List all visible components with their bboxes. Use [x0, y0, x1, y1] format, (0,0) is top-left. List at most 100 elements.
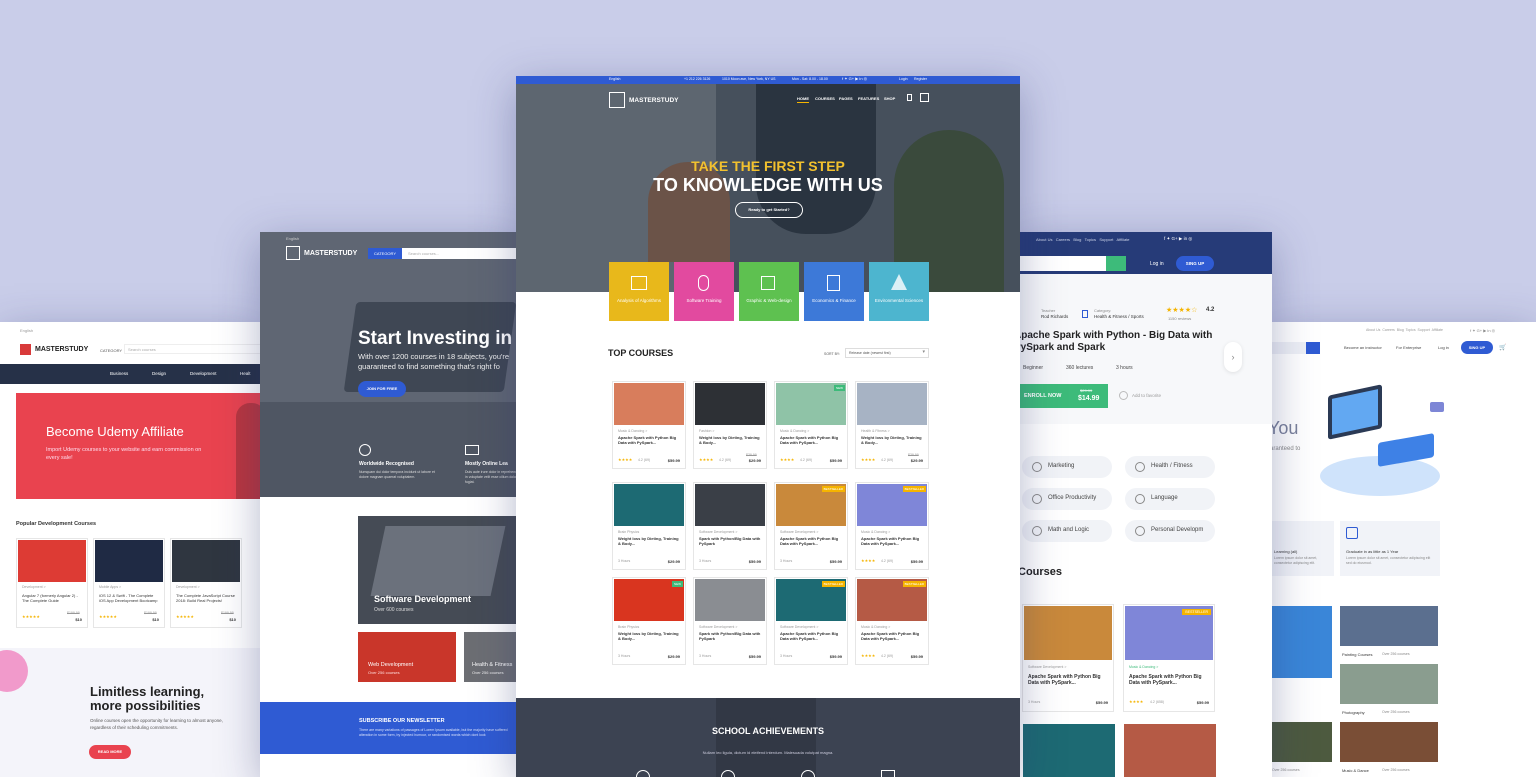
course-card[interactable]: Fashion > Weight loss by Dieting, Trainin…: [693, 381, 767, 469]
nav-business[interactable]: Business: [110, 371, 128, 376]
course-card[interactable]: Software Development > Spark with Python/…: [693, 577, 767, 665]
link-about[interactable]: About Us: [1036, 237, 1052, 242]
tile-image[interactable]: [1340, 606, 1438, 646]
search-input[interactable]: Search courses: [124, 344, 262, 354]
signup-button[interactable]: SING UP: [1176, 256, 1214, 271]
category-tile-environment[interactable]: Environmental Sciences: [869, 262, 929, 321]
category-tile-web[interactable]: Web Development Over 256 courses: [358, 632, 456, 682]
category-tile-economics[interactable]: Economics & Finance: [804, 262, 864, 321]
course-card[interactable]: Development > The Complete JavaScript Co…: [170, 538, 242, 628]
old-price: $39.99: [908, 453, 919, 457]
sort-select[interactable]: Release date (newest first) ▾: [845, 348, 929, 358]
course-card[interactable]: BESTSELLER Music & Dancing > Apache Spar…: [1123, 604, 1215, 712]
language-select[interactable]: English: [20, 328, 33, 333]
category-pill[interactable]: Language: [1125, 488, 1215, 510]
link-affiliate[interactable]: Affiliate: [1432, 328, 1443, 332]
login-link[interactable]: Login: [899, 77, 908, 81]
nav-health[interactable]: Healt: [240, 371, 251, 376]
tile-image[interactable]: [1270, 606, 1332, 678]
search-icon[interactable]: [920, 93, 929, 102]
link-affiliate[interactable]: Affiliate: [1116, 237, 1129, 242]
category-pill[interactable]: Office Productivity: [1022, 488, 1112, 510]
language-select[interactable]: English: [286, 236, 299, 241]
cart-icon[interactable]: 🛒: [1499, 344, 1506, 351]
brand-name: MASTERSTUDY: [35, 346, 89, 353]
enterprise-link[interactable]: For Enterprise: [1396, 345, 1421, 350]
search-button[interactable]: [1106, 256, 1126, 271]
category-tile-algorithms[interactable]: Analysis of Algorithms: [609, 262, 669, 321]
login-link[interactable]: Log in: [1150, 261, 1164, 267]
link-blog[interactable]: Blog: [1073, 237, 1081, 242]
course-duration: 3 Hours: [618, 654, 631, 658]
nav-shop[interactable]: SHOP: [884, 96, 895, 101]
category-tile-software[interactable]: Software Training: [674, 262, 734, 321]
category-button[interactable]: CATEGORY: [368, 248, 402, 259]
course-card[interactable]: BESTSELLER Music & Dancing > Apache Spark …: [855, 482, 929, 570]
instructor-link[interactable]: Become an instructor: [1344, 345, 1382, 350]
nav-courses[interactable]: COURSES: [815, 96, 835, 101]
link-careers[interactable]: Careers: [1382, 328, 1394, 332]
login-link[interactable]: Log in: [1438, 345, 1449, 350]
category-button[interactable]: CATEGORY: [100, 348, 122, 353]
signup-button[interactable]: SING UP: [1461, 341, 1493, 354]
course-thumbnail[interactable]: [1023, 724, 1115, 777]
heart-icon[interactable]: [1119, 391, 1128, 400]
enroll-button[interactable]: ENROLL NOW $29.99 $14.99: [1018, 384, 1108, 408]
link-topics[interactable]: Topics: [1085, 237, 1096, 242]
search-input[interactable]: [1018, 256, 1106, 271]
category-tile-health[interactable]: Health & Fitness Over 256 courses: [464, 632, 520, 682]
course-card[interactable]: Music & Dancing > Apache Spark with Pytho…: [612, 381, 686, 469]
hero-subtitle: aranteed to: [1270, 446, 1301, 452]
search-input[interactable]: [1270, 342, 1306, 354]
course-card[interactable]: BESTSELLER Software Development > Apache S…: [774, 577, 848, 665]
favorite-link[interactable]: Add to favorite: [1132, 393, 1161, 398]
course-category: Music & Dancing >: [1129, 665, 1159, 669]
nav-development[interactable]: Development: [190, 371, 217, 376]
course-duration: 3 Hours: [1028, 700, 1041, 704]
tile-image[interactable]: [1340, 722, 1438, 762]
search-bar[interactable]: CATEGORY Search courses...: [368, 248, 520, 259]
course-card[interactable]: Brain Physics Weight loss by Dieting, Tra…: [612, 482, 686, 570]
course-card[interactable]: Software Development > Spark with Python/…: [693, 482, 767, 570]
course-card[interactable]: Health & Fitness > Weight loss by Dieting…: [855, 381, 929, 469]
category-pill[interactable]: Marketing: [1022, 456, 1112, 478]
nav-design[interactable]: Design: [152, 371, 166, 376]
link-support[interactable]: Support: [1099, 237, 1113, 242]
link-support[interactable]: Support: [1418, 328, 1430, 332]
nav-features[interactable]: FEATURES: [858, 96, 879, 101]
get-started-button[interactable]: Ready to get Started?: [735, 202, 803, 218]
join-button[interactable]: JOIN FOR FREE: [358, 381, 406, 397]
link-careers[interactable]: Careers: [1056, 237, 1070, 242]
course-card[interactable]: NEW Music & Dancing > Apache Spark with Py…: [774, 381, 848, 469]
link-about[interactable]: About Us: [1366, 328, 1380, 332]
course-card[interactable]: Mobile Apps > iOS 12 & Swift - The Compl…: [93, 538, 165, 628]
course-thumbnail: [614, 383, 684, 425]
link-blog[interactable]: Blog: [1397, 328, 1404, 332]
bookmark-icon[interactable]: [907, 94, 912, 101]
course-card[interactable]: Software Development > Apache Spark with…: [1022, 604, 1114, 712]
course-category: Mobile Apps >: [99, 585, 122, 589]
course-card[interactable]: BESTSELLER Music & Dancing > Apache Spark …: [855, 577, 929, 665]
category-pill[interactable]: Personal Developm: [1125, 520, 1215, 542]
read-more-button[interactable]: READ MORE: [89, 745, 131, 759]
category-tile-design[interactable]: Graphic & Web-design: [739, 262, 799, 321]
language-select[interactable]: English: [609, 77, 620, 81]
register-link[interactable]: Register: [914, 77, 927, 81]
course-card[interactable]: BESTSELLER Software Development > Apache S…: [774, 482, 848, 570]
link-topics[interactable]: Topics: [1406, 328, 1416, 332]
nav-pages[interactable]: PAGES: [839, 96, 853, 101]
category-pill[interactable]: Health / Fitness: [1125, 456, 1215, 478]
course-card[interactable]: NEW Brain Physics Weight loss by Dieting, …: [612, 577, 686, 665]
chevron-right-icon[interactable]: ›: [1224, 342, 1242, 372]
course-title: Weight loss by Dieting, Training & Body.…: [618, 536, 679, 546]
tile-image[interactable]: [1340, 664, 1438, 704]
search-button[interactable]: [1306, 342, 1320, 354]
category-pill[interactable]: Math and Logic: [1022, 520, 1112, 542]
nav-home[interactable]: HOME: [797, 96, 809, 101]
category-tile-software[interactable]: Software Development Over 600 courses: [358, 516, 520, 624]
course-card[interactable]: Development > Angular 7 (formerly Angula…: [16, 538, 88, 628]
course-thumbnail[interactable]: [1124, 724, 1216, 777]
search-input[interactable]: Search courses...: [408, 251, 439, 256]
course-category: Software Development >: [780, 625, 819, 629]
tile-image[interactable]: [1270, 722, 1332, 762]
